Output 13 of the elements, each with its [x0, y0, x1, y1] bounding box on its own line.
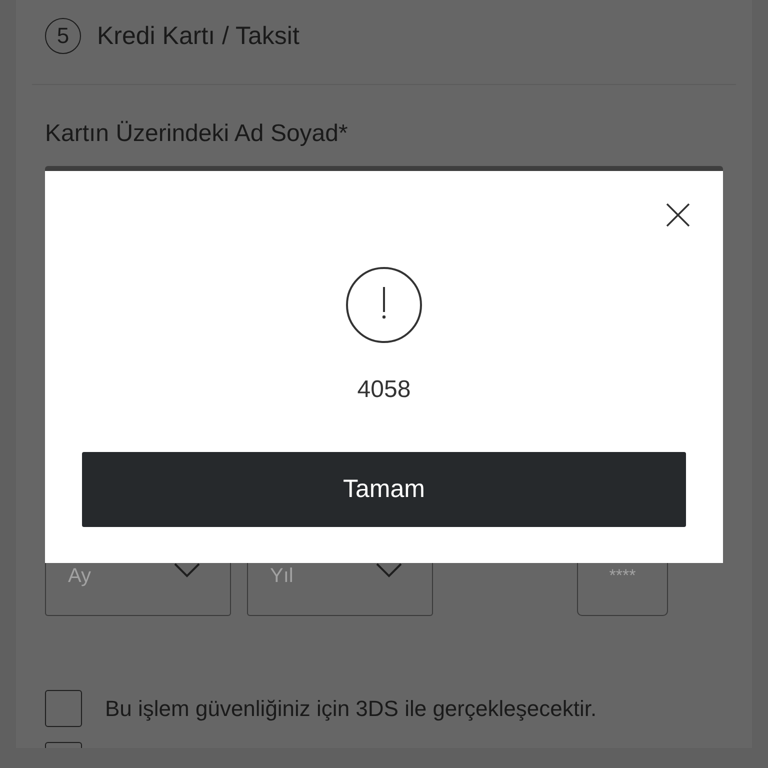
step-title: Kredi Kartı / Taksit — [97, 22, 300, 50]
chevron-down-icon — [376, 563, 402, 578]
chevron-down-icon — [174, 563, 200, 578]
ok-button[interactable]: Tamam — [82, 452, 686, 527]
checkbox-label: Bu işlem güvenliğiniz için 3DS ile gerçekleşecektir. — [105, 696, 597, 722]
field-label: Kartın Üzerindeki Ad Soyad* — [45, 120, 348, 148]
checkbox[interactable] — [45, 742, 82, 748]
close-button[interactable] — [666, 203, 690, 227]
warning-icon — [346, 267, 422, 343]
step-number: 5 — [45, 18, 81, 54]
close-icon — [666, 203, 690, 227]
dialog-message: 4058 — [357, 375, 411, 405]
checkbox[interactable] — [45, 690, 82, 727]
